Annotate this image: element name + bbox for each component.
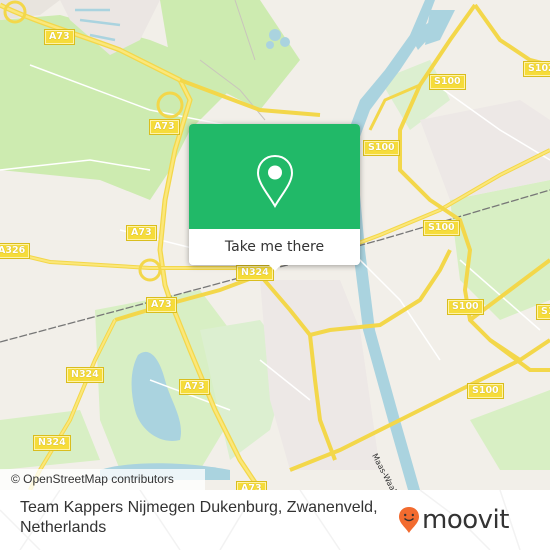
popup-header: [189, 124, 360, 229]
road-shield-a326: A326: [0, 243, 31, 259]
map-view[interactable]: A73 A73 A73 A73 A73 A73 A326 N324 N324 N…: [0, 0, 550, 490]
road-shield-n324: N324: [33, 435, 71, 451]
road-shield-s100: S100: [423, 220, 460, 236]
road-shield-a73: A73: [126, 225, 157, 241]
location-popup: Take me there: [189, 124, 360, 271]
take-me-there-button[interactable]: Take me there: [225, 239, 324, 255]
road-shield-a73: A73: [236, 481, 267, 490]
road-shield-s100: S100: [447, 299, 484, 315]
road-shield-a73: A73: [146, 297, 177, 313]
popup-pointer: [267, 263, 283, 271]
map-attribution[interactable]: © OpenStreetMap contributors: [0, 469, 205, 490]
road-shield-a73: A73: [149, 119, 180, 135]
road-shield-s102: S102: [523, 61, 550, 77]
footer-bar: Team Kappers Nijmegen Dukenburg, Zwanenv…: [0, 490, 550, 550]
moovit-pin-icon: [399, 507, 419, 533]
road-shield-a73: A73: [44, 29, 75, 45]
road-shield-s100: S100: [467, 383, 504, 399]
map-pin-icon: [256, 154, 294, 208]
moovit-logo[interactable]: moovit: [398, 504, 509, 536]
road-shield-s100: S100: [363, 140, 400, 156]
road-shield-a73: A73: [179, 379, 210, 395]
road-shield-s100: S100: [536, 304, 550, 320]
place-name: Team Kappers Nijmegen Dukenburg, Zwanenv…: [20, 499, 378, 536]
road-shield-s100: S100: [429, 74, 466, 90]
road-shield-n324: N324: [66, 367, 104, 383]
logo-text: moovit: [422, 505, 509, 535]
popup-footer: Take me there: [189, 229, 360, 265]
